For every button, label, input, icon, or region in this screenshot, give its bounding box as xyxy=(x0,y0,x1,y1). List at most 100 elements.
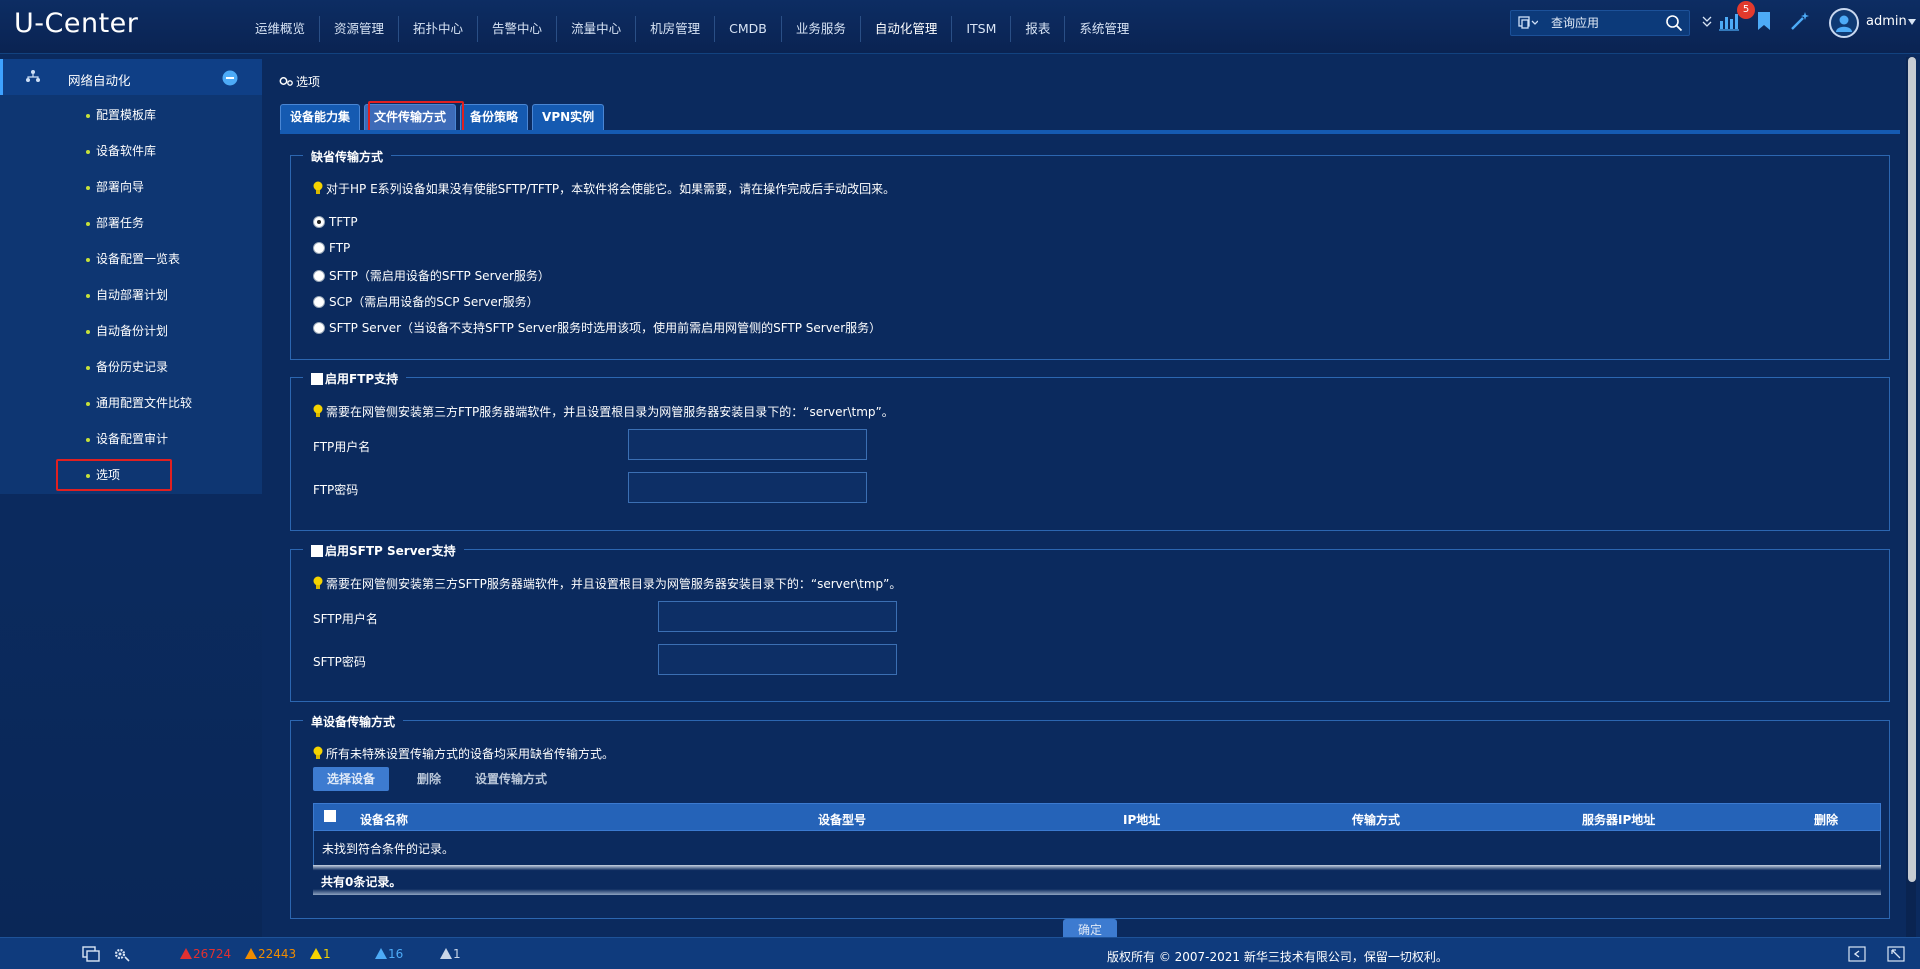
alert-triangle-icon xyxy=(440,948,452,959)
sidebar-item-software-lib[interactable]: 设备软件库 xyxy=(86,141,156,161)
set-transfer-button[interactable]: 设置传输方式 xyxy=(475,767,547,791)
nav-item-traffic[interactable]: 流量中心 xyxy=(557,16,637,42)
chevron-down-icon[interactable] xyxy=(1908,19,1916,25)
nav-item-itsm[interactable]: ITSM xyxy=(952,16,1012,42)
expand-icon[interactable] xyxy=(1702,16,1712,28)
radio-button[interactable] xyxy=(313,270,325,282)
alarm-warning[interactable]: 16 xyxy=(375,947,403,961)
sidebar-item-auto-backup-plan[interactable]: 自动备份计划 xyxy=(86,321,168,341)
ftp-password-field[interactable] xyxy=(628,472,867,503)
collapse-icon[interactable] xyxy=(222,70,238,86)
sftp-tip: 需要在网管侧安装第三方SFTP服务器端软件，并且设置根目录为网管服务器安装目录下… xyxy=(313,575,901,592)
column-header-device-name[interactable]: 设备名称 xyxy=(360,811,408,828)
nav-item-business[interactable]: 业务服务 xyxy=(782,16,861,42)
bookmark-icon[interactable] xyxy=(1753,10,1775,32)
radio-label: SFTP Server（当设备不支持SFTP Server服务时选用该项，使用前… xyxy=(329,321,882,335)
sftp-username-label: SFTP用户名 xyxy=(313,612,378,626)
table-body: 未找到符合条件的记录。 xyxy=(313,831,1881,865)
sidebar-item-config-audit[interactable]: 设备配置审计 xyxy=(86,429,168,449)
column-header-server-ip[interactable]: 服务器IP地址 xyxy=(1582,811,1655,828)
nav-item-automation[interactable]: 自动化管理 xyxy=(861,16,953,42)
nav-item-cmdb[interactable]: CMDB xyxy=(715,16,782,42)
sidebar-item-config-list[interactable]: 设备配置一览表 xyxy=(86,249,180,269)
radio-button[interactable] xyxy=(313,216,325,228)
alert-triangle-icon xyxy=(375,948,387,959)
ftp-enable-checkbox[interactable] xyxy=(311,373,323,385)
user-icon xyxy=(1836,15,1852,32)
copyright-text: 版权所有 © 2007-2021 新华三技术有限公司，保留一切权利。 xyxy=(1107,950,1448,964)
select-all-checkbox[interactable] xyxy=(324,810,336,822)
sftp-username-field[interactable] xyxy=(658,601,897,632)
sidebar-item-deploy-wizard[interactable]: 部署向导 xyxy=(86,177,144,197)
nav-item-alarm[interactable]: 告警中心 xyxy=(478,16,558,42)
sftp-section: 启用SFTP Server支持 需要在网管侧安装第三方SFTP服务器端软件，并且… xyxy=(290,542,1890,702)
app-search-box xyxy=(1510,10,1690,36)
select-device-button[interactable]: 选择设备 xyxy=(313,767,390,791)
ftp-password-label: FTP密码 xyxy=(313,483,359,497)
delete-button[interactable]: 删除 xyxy=(417,767,441,791)
radio-tftp[interactable]: TFTP xyxy=(313,215,358,229)
alarm-count: 1 xyxy=(453,947,461,961)
nav-item-topology[interactable]: 拓扑中心 xyxy=(399,16,479,42)
ftp-username-field[interactable] xyxy=(628,429,867,460)
lightbulb-icon xyxy=(313,746,323,759)
user-name[interactable]: admin xyxy=(1866,14,1907,29)
lightbulb-icon xyxy=(313,576,323,589)
network-icon xyxy=(26,70,40,82)
alarm-minor[interactable]: 1 xyxy=(310,947,331,961)
alarm-unknown[interactable]: 1 xyxy=(440,947,461,961)
windows-icon[interactable] xyxy=(82,946,100,962)
sidebar-item-config-compare[interactable]: 通用配置文件比较 xyxy=(86,393,192,413)
alarm-critical[interactable]: 26724 xyxy=(180,947,231,961)
fullscreen-icon[interactable] xyxy=(1887,946,1905,962)
column-header-ip[interactable]: IP地址 xyxy=(1123,811,1160,828)
alarm-count: 16 xyxy=(388,947,404,961)
sidebar-group-network-automation[interactable]: 网络自动化 xyxy=(0,59,262,95)
radio-sftp[interactable]: SFTP（需启用设备的SFTP Server服务） xyxy=(313,267,550,284)
single-device-tip: 所有未特殊设置传输方式的设备均采用缺省传输方式。 xyxy=(313,745,614,762)
tab-underline xyxy=(280,130,1900,134)
alarm-count: 22443 xyxy=(258,947,297,961)
sftp-enable-checkbox[interactable] xyxy=(311,545,323,557)
column-header-transfer[interactable]: 传输方式 xyxy=(1352,811,1400,828)
column-header-delete[interactable]: 删除 xyxy=(1814,811,1838,828)
scrollbar-thumb[interactable] xyxy=(1908,57,1916,882)
lightbulb-icon xyxy=(313,404,323,417)
top-header: U-Center 运维概览 资源管理 拓扑中心 告警中心 流量中心 机房管理 C… xyxy=(0,0,1920,54)
app-switch-icon[interactable] xyxy=(1518,16,1538,30)
radio-button[interactable] xyxy=(313,242,325,254)
avatar[interactable] xyxy=(1829,8,1859,38)
search-icon[interactable] xyxy=(1665,14,1683,32)
nav-item-resource[interactable]: 资源管理 xyxy=(320,16,400,42)
sftp-password-field[interactable] xyxy=(658,644,897,675)
collapse-left-icon[interactable] xyxy=(1848,946,1866,962)
radio-label: SCP（需启用设备的SCP Server服务） xyxy=(329,295,539,309)
app-search-input[interactable] xyxy=(1551,14,1661,32)
alarm-major[interactable]: 22443 xyxy=(245,947,296,961)
column-header-device-model[interactable]: 设备型号 xyxy=(818,811,866,828)
sidebar-item-auto-deploy-plan[interactable]: 自动部署计划 xyxy=(86,285,168,305)
tip-text: 需要在网管侧安装第三方FTP服务器端软件，并且设置根目录为网管服务器安装目录下的… xyxy=(326,405,894,419)
sidebar-item-backup-history[interactable]: 备份历史记录 xyxy=(86,357,168,377)
nav-item-report[interactable]: 报表 xyxy=(1011,16,1066,42)
empty-message: 未找到符合条件的记录。 xyxy=(322,842,455,856)
nav-item-datacenter[interactable]: 机房管理 xyxy=(636,16,716,42)
radio-button[interactable] xyxy=(313,322,325,334)
nav-item-overview[interactable]: 运维概览 xyxy=(241,16,321,42)
radio-ftp[interactable]: FTP xyxy=(313,241,350,255)
sidebar-item-deploy-task[interactable]: 部署任务 xyxy=(86,213,144,233)
sidebar-item-config-template[interactable]: 配置模板库 xyxy=(86,105,156,125)
magic-wand-icon[interactable] xyxy=(1789,10,1811,32)
sftp-legend-label: 启用SFTP Server支持 xyxy=(325,544,456,558)
radio-button[interactable] xyxy=(313,296,325,308)
confirm-button[interactable]: 确定 xyxy=(1063,919,1117,937)
radio-scp[interactable]: SCP（需启用设备的SCP Server服务） xyxy=(313,293,539,310)
alert-triangle-icon xyxy=(180,948,192,959)
radio-sftp-server[interactable]: SFTP Server（当设备不支持SFTP Server服务时选用该项，使用前… xyxy=(313,319,881,336)
settings-icon[interactable] xyxy=(113,946,131,962)
ftp-legend: 启用FTP支持 xyxy=(303,370,407,387)
single-device-legend: 单设备传输方式 xyxy=(303,713,404,730)
nav-item-system[interactable]: 系统管理 xyxy=(1065,16,1143,42)
radio-label: SFTP（需启用设备的SFTP Server服务） xyxy=(329,269,550,283)
sidebar-list: 配置模板库 设备软件库 部署向导 部署任务 设备配置一览表 自动部署计划 自动备… xyxy=(0,95,262,494)
